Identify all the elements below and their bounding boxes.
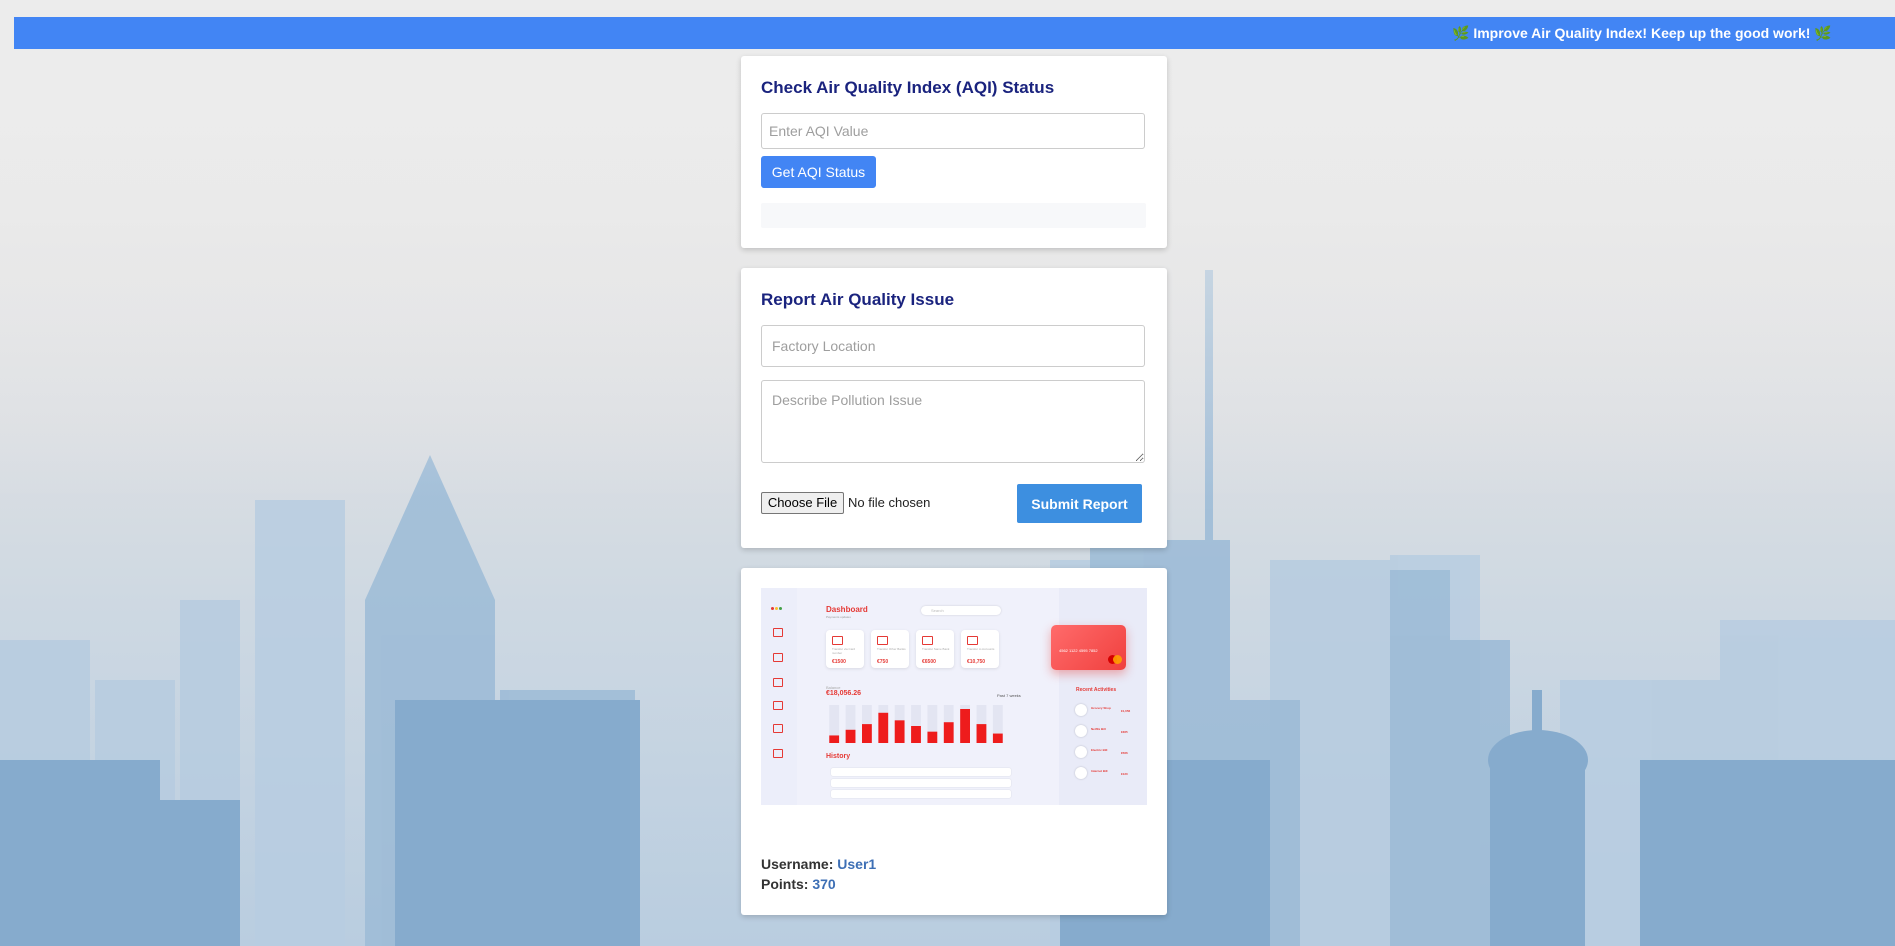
activity-icon [1075, 746, 1087, 758]
dashboard-tile: Transfer Same Bank €6500 [916, 630, 954, 668]
choose-file-button[interactable]: Choose File [761, 492, 844, 514]
home-icon [773, 628, 783, 637]
chart-bar [960, 709, 970, 743]
period-filter: Past 7 weeks [997, 693, 1021, 698]
tile-value: €750 [877, 659, 889, 665]
activity-amount: €566 [1121, 751, 1128, 755]
user-profile-card: Dashboard Payments updates Search Transf… [741, 568, 1167, 915]
document-icon [773, 749, 783, 758]
history-row [831, 768, 1011, 776]
activity-name: Grocery Shop [1091, 706, 1111, 710]
username-value: User1 [837, 856, 877, 872]
dashboard-image: Dashboard Payments updates Search Transf… [761, 588, 1147, 805]
top-banner: 🌿 Improve Air Quality Index! Keep up the… [14, 17, 1895, 49]
dashboard-tile: Transfer via Card number €1500 [826, 630, 864, 668]
chart-bar [894, 720, 905, 743]
chart-bar [878, 712, 889, 743]
tile-label: Transfer Same Bank [922, 647, 950, 651]
tile-value: €10,750 [967, 659, 986, 665]
chart-bar [976, 724, 987, 743]
mastercard-logo-right [1113, 655, 1122, 664]
wallet-icon [773, 678, 783, 687]
aqi-check-card: Check Air Quality Index (AQI) Status Get… [741, 56, 1167, 248]
dashboard-title: Dashboard [826, 605, 868, 614]
chart-bar [845, 729, 856, 743]
chart-bar [992, 733, 1003, 743]
bank-icon [922, 636, 933, 645]
points-value: 370 [812, 876, 836, 892]
trophy-icon [773, 724, 783, 733]
chart-bar [943, 722, 954, 743]
card-number: 4562 1122 4595 7852 [1059, 648, 1098, 653]
balance-bar-chart [829, 705, 1003, 743]
history-row [831, 790, 1011, 798]
chart-bar [862, 724, 872, 743]
aqi-result-box [761, 203, 1146, 228]
tile-value: €6500 [922, 659, 936, 665]
transfer-icon [877, 636, 888, 645]
list-icon [773, 701, 783, 710]
points-label: Points: [761, 876, 809, 892]
activity-icon [1075, 704, 1087, 716]
recent-activities-label: Recent Activities [1076, 687, 1117, 693]
activity-name: Netflix Bill [1091, 727, 1106, 731]
dashboard-search: Search [921, 606, 1001, 615]
dashboard-subtitle: Payments updates [826, 615, 851, 619]
card-icon [832, 636, 843, 645]
aqi-value-input[interactable] [761, 113, 1145, 149]
activity-name: Internet Bill [1091, 769, 1108, 773]
activity-icon [1075, 767, 1087, 779]
dashboard-sidebar [761, 588, 797, 805]
username-line: Username: User1 [761, 856, 876, 872]
report-issue-card: Report Air Quality Issue Choose File No … [741, 268, 1167, 548]
file-status-text: No file chosen [848, 495, 931, 510]
activity-amount: €120 [1121, 772, 1128, 776]
aqi-card-title: Check Air Quality Index (AQI) Status [761, 78, 1055, 97]
chart-bar [927, 731, 938, 743]
activity-amount: €365 [1121, 730, 1128, 734]
history-label: History [826, 753, 851, 760]
check-icon [967, 636, 978, 645]
factory-location-input[interactable] [761, 325, 1145, 367]
tile-label: Transfer to Accounts [967, 647, 995, 651]
window-dots [771, 597, 783, 615]
chart-bar [911, 726, 921, 743]
activity-amount: €1,056 [1121, 709, 1131, 713]
chart-bar [829, 735, 840, 743]
activity-name: Electric Bill [1091, 748, 1108, 752]
chart-icon [773, 653, 783, 662]
dashboard-tile: Transfer to Accounts €10,750 [961, 630, 999, 668]
credit-card-graphic: 4562 1122 4595 7852 [1051, 625, 1126, 670]
balance-value: €18,056.26 [826, 690, 862, 697]
tile-label: Transfer via Card number [832, 647, 856, 655]
banner-message: 🌿 Improve Air Quality Index! Keep up the… [1452, 25, 1832, 41]
activity-icon [1075, 725, 1087, 737]
dashboard-tile: Transfer Other Banks €750 [871, 630, 909, 668]
history-row [831, 779, 1011, 787]
submit-report-button[interactable]: Submit Report [1017, 484, 1142, 523]
get-aqi-status-button[interactable]: Get AQI Status [761, 156, 876, 188]
report-card-title: Report Air Quality Issue [761, 290, 955, 309]
tile-value: €1500 [832, 659, 846, 665]
username-label: Username: [761, 856, 834, 872]
pollution-description-textarea[interactable] [761, 380, 1145, 463]
tile-label: Transfer Other Banks [877, 647, 906, 651]
points-line: Points: 370 [761, 876, 836, 892]
